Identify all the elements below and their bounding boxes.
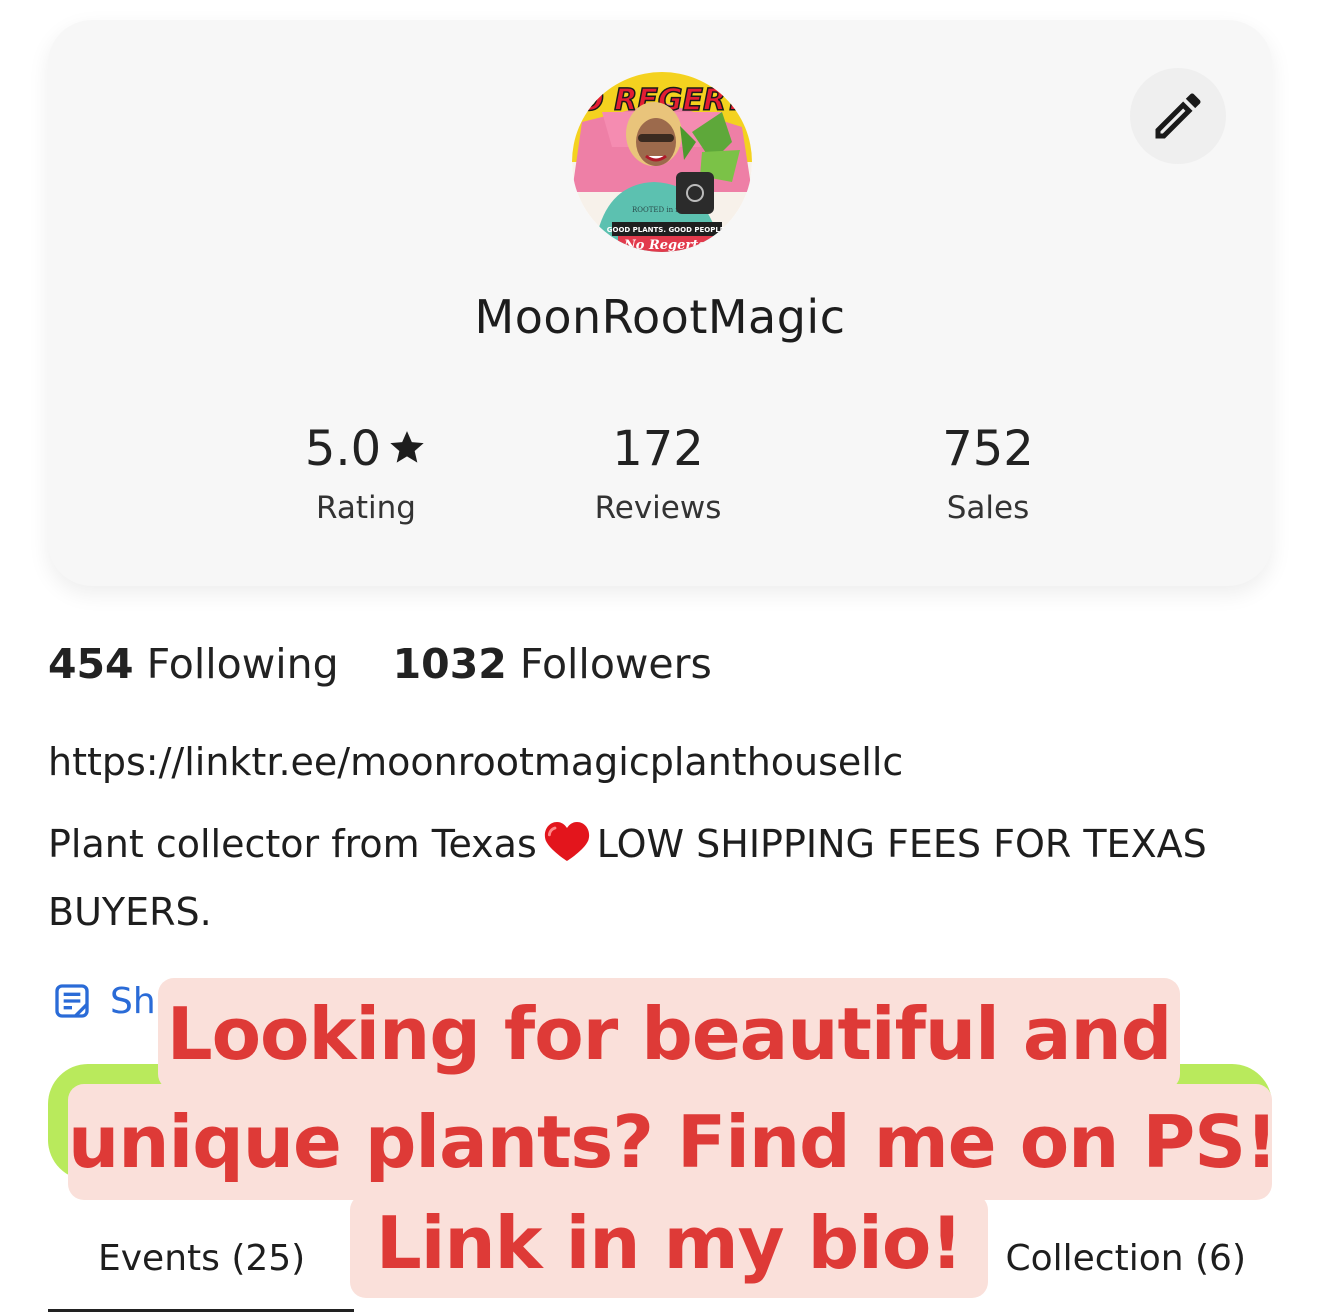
bio-text: Plant collector from Texas LOW SHIPPING F… [48,810,1278,946]
following-label: Following [146,640,339,688]
stat-rating: 5.0 Rating [216,418,516,526]
reviews-label: Reviews [594,490,722,526]
bio-text-start: Plant collector from Texas [48,822,537,866]
bio-link[interactable]: https://linktr.ee/moonrootmagicplanthous… [48,740,903,784]
heart-emoji-icon [544,822,589,861]
following-link[interactable]: 454 Following [48,640,339,688]
profile-card: NO REGERTS ROOTED in magic GOOD PLANTS. … [48,20,1272,586]
following-count: 454 [48,640,134,688]
avatar-illustration: NO REGERTS ROOTED in magic GOOD PLANTS. … [572,72,752,252]
pencil-icon [1155,93,1201,139]
star-icon [390,431,424,463]
follow-counts: 454 Following 1032 Followers [48,640,712,688]
tab-events[interactable]: Events (25) [98,1238,305,1279]
edit-profile-button[interactable] [1130,68,1226,164]
caption-line-1: Looking for beautiful and [158,978,1180,1090]
reviews-value: 172 [612,421,704,477]
notes-icon [52,981,92,1021]
profile-username: MoonRootMagic [474,290,846,344]
avatar-bottom-text: No Regerts. [623,238,710,252]
rating-value: 5.0 [304,421,382,477]
rating-label: Rating [316,490,416,526]
profile-avatar[interactable]: NO REGERTS ROOTED in magic GOOD PLANTS. … [572,72,752,252]
sales-value: 752 [942,421,1034,477]
caption-line-3: Link in my bio! [350,1194,988,1298]
show-more-label: Sh [110,980,156,1022]
followers-link[interactable]: 1032 Followers [393,640,712,688]
stat-reviews[interactable]: 172 Reviews [508,418,808,526]
caption-line-2: unique plants? Find me on PS! [68,1084,1278,1200]
avatar-banner-text: GOOD PLANTS. GOOD PEOPLE. [607,226,727,234]
followers-label: Followers [519,640,712,688]
sales-label: Sales [946,490,1030,526]
stat-sales: 752 Sales [838,418,1138,526]
show-more-link[interactable]: Sh [52,976,156,1026]
tab-collection[interactable]: Collection (6) [1005,1238,1246,1279]
followers-count: 1032 [392,640,507,688]
